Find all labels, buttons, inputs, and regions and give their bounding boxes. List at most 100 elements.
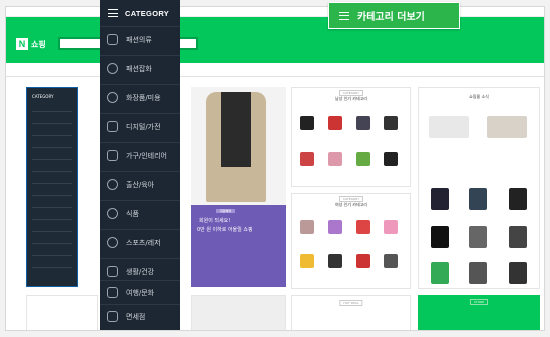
- stroller-icon: [107, 179, 118, 190]
- panel-title: 쇼핑몰 소식: [469, 94, 489, 99]
- promo-panel-bottom: [191, 295, 286, 330]
- sidebar-item[interactable]: [32, 152, 72, 160]
- product-thumb[interactable]: [487, 116, 527, 138]
- product-thumb[interactable]: [300, 116, 314, 130]
- category-item-cosmetics[interactable]: 화장품/미용: [100, 84, 180, 110]
- sidebar-item[interactable]: [32, 116, 72, 124]
- category-item-fashion-clothing[interactable]: 패션의류: [100, 26, 180, 52]
- store-panel: STORE: [418, 295, 540, 330]
- sidebar-item[interactable]: [32, 248, 72, 256]
- cosmetics-icon: [107, 92, 118, 103]
- sidebar-item[interactable]: [32, 164, 72, 172]
- product-thumb[interactable]: [384, 254, 398, 268]
- product-thumb[interactable]: [328, 152, 342, 166]
- promo-badge: 회원혜택: [216, 209, 236, 213]
- panel-label: HOT DEAL: [339, 300, 363, 306]
- product-thumb[interactable]: [300, 254, 314, 268]
- category-header-label: CATEGORY: [125, 8, 170, 18]
- left-category-sidebar: CATEGORY: [26, 87, 78, 287]
- men-panel-bottom: [26, 295, 98, 330]
- product-thumb[interactable]: [356, 116, 370, 130]
- product-thumb[interactable]: [384, 220, 398, 234]
- main-nav: [6, 63, 544, 77]
- product-thumb[interactable]: [509, 226, 527, 248]
- hero-banner[interactable]: 회원혜택 회원이 되세요! 0만 원 이하로 어울릴 쇼핑: [191, 87, 286, 287]
- product-thumb[interactable]: [356, 254, 370, 268]
- category-item-label: 스포츠/레저: [126, 238, 161, 247]
- sidebar-item[interactable]: [32, 104, 72, 112]
- product-thumb[interactable]: [328, 220, 342, 234]
- category-item-digital[interactable]: 디지털/가전: [100, 113, 180, 139]
- women-category-panel: CATEGORY 여성 인기 카테고리: [291, 193, 411, 289]
- category-item-label: 디지털/가전: [126, 122, 161, 131]
- panel-title: 여성 인기 카테고리: [335, 202, 367, 207]
- product-thumb[interactable]: [328, 116, 342, 130]
- sidebar-item[interactable]: [32, 140, 72, 148]
- header-bar: N 쇼핑: [6, 17, 544, 63]
- category-more-label: 카테고리 더보기: [357, 12, 425, 23]
- top-utility-bar: [6, 7, 544, 17]
- sofa-icon: [107, 150, 118, 161]
- product-thumb[interactable]: [509, 188, 527, 210]
- category-item-label: 여행/문화: [126, 288, 155, 297]
- category-item-label: 패션의류: [126, 35, 152, 44]
- bicycle-icon: [107, 237, 118, 248]
- sidebar-item[interactable]: [32, 176, 72, 184]
- category-item-travel[interactable]: 여행/문화: [100, 280, 180, 304]
- coat-inner-image: [221, 92, 251, 167]
- men-category-panel: CATEGORY 남성 인기 카테고리: [291, 87, 411, 187]
- product-thumb[interactable]: [356, 220, 370, 234]
- product-thumb[interactable]: [300, 220, 314, 234]
- apple-icon: [107, 208, 118, 219]
- product-thumb[interactable]: [384, 152, 398, 166]
- product-thumb[interactable]: [429, 116, 469, 138]
- sidebar-item[interactable]: [32, 200, 72, 208]
- monitor-icon: [107, 121, 118, 132]
- sidebar-item[interactable]: [32, 128, 72, 136]
- category-item-label: 생활/건강: [126, 267, 155, 276]
- list-menu-icon: [339, 11, 349, 21]
- category-item-label: 출산/육아: [126, 180, 155, 189]
- shirt-icon: [107, 34, 118, 45]
- product-thumb[interactable]: [431, 188, 449, 210]
- sidebar-item[interactable]: [32, 224, 72, 232]
- house-icon: [107, 266, 118, 277]
- category-item-label: 면세점: [126, 312, 146, 321]
- product-thumb[interactable]: [431, 262, 449, 284]
- logo-text: 쇼핑: [31, 39, 46, 49]
- product-thumb[interactable]: [469, 226, 487, 248]
- sidebar-item[interactable]: [32, 236, 72, 244]
- category-item-baby[interactable]: 출산/육아: [100, 171, 180, 197]
- shopping-news-panel: 쇼핑몰 소식: [418, 87, 540, 289]
- product-thumb[interactable]: [509, 262, 527, 284]
- category-item-label: 식품: [126, 209, 139, 218]
- sidebar-item[interactable]: [32, 212, 72, 220]
- promo-line2: 0만 원 이하로 어울릴 쇼핑: [197, 227, 253, 233]
- shopping-logo[interactable]: N 쇼핑: [16, 37, 54, 51]
- product-thumb[interactable]: [431, 226, 449, 248]
- product-thumb[interactable]: [469, 188, 487, 210]
- category-item-label: 화장품/미용: [126, 93, 161, 102]
- product-thumb[interactable]: [356, 152, 370, 166]
- sidebar-item[interactable]: [32, 188, 72, 196]
- category-item-duty-free[interactable]: 면세점: [100, 304, 180, 328]
- sidebar-item[interactable]: [32, 260, 72, 268]
- panel-label: STORE: [469, 299, 489, 305]
- duty-free-icon: [107, 311, 118, 322]
- hot-deal-panel: HOT DEAL: [291, 295, 411, 330]
- promo-line1: 회원이 되세요!: [199, 218, 231, 224]
- product-thumb[interactable]: [469, 262, 487, 284]
- panel-title: 남성 인기 카테고리: [335, 96, 367, 101]
- category-menu-header[interactable]: CATEGORY: [100, 0, 180, 26]
- category-item-fashion-accessories[interactable]: 패션잡화: [100, 55, 180, 81]
- category-item-label: 가구/인테리어: [126, 151, 167, 160]
- category-item-food[interactable]: 식품: [100, 200, 180, 226]
- naver-n-icon: N: [16, 38, 28, 50]
- product-thumb[interactable]: [300, 152, 314, 166]
- category-item-furniture[interactable]: 가구/인테리어: [100, 142, 180, 168]
- category-item-sports[interactable]: 스포츠/레저: [100, 229, 180, 255]
- product-thumb[interactable]: [384, 116, 398, 130]
- plane-icon: [107, 287, 118, 298]
- product-thumb[interactable]: [328, 254, 342, 268]
- category-more-button[interactable]: 카테고리 더보기: [328, 2, 460, 29]
